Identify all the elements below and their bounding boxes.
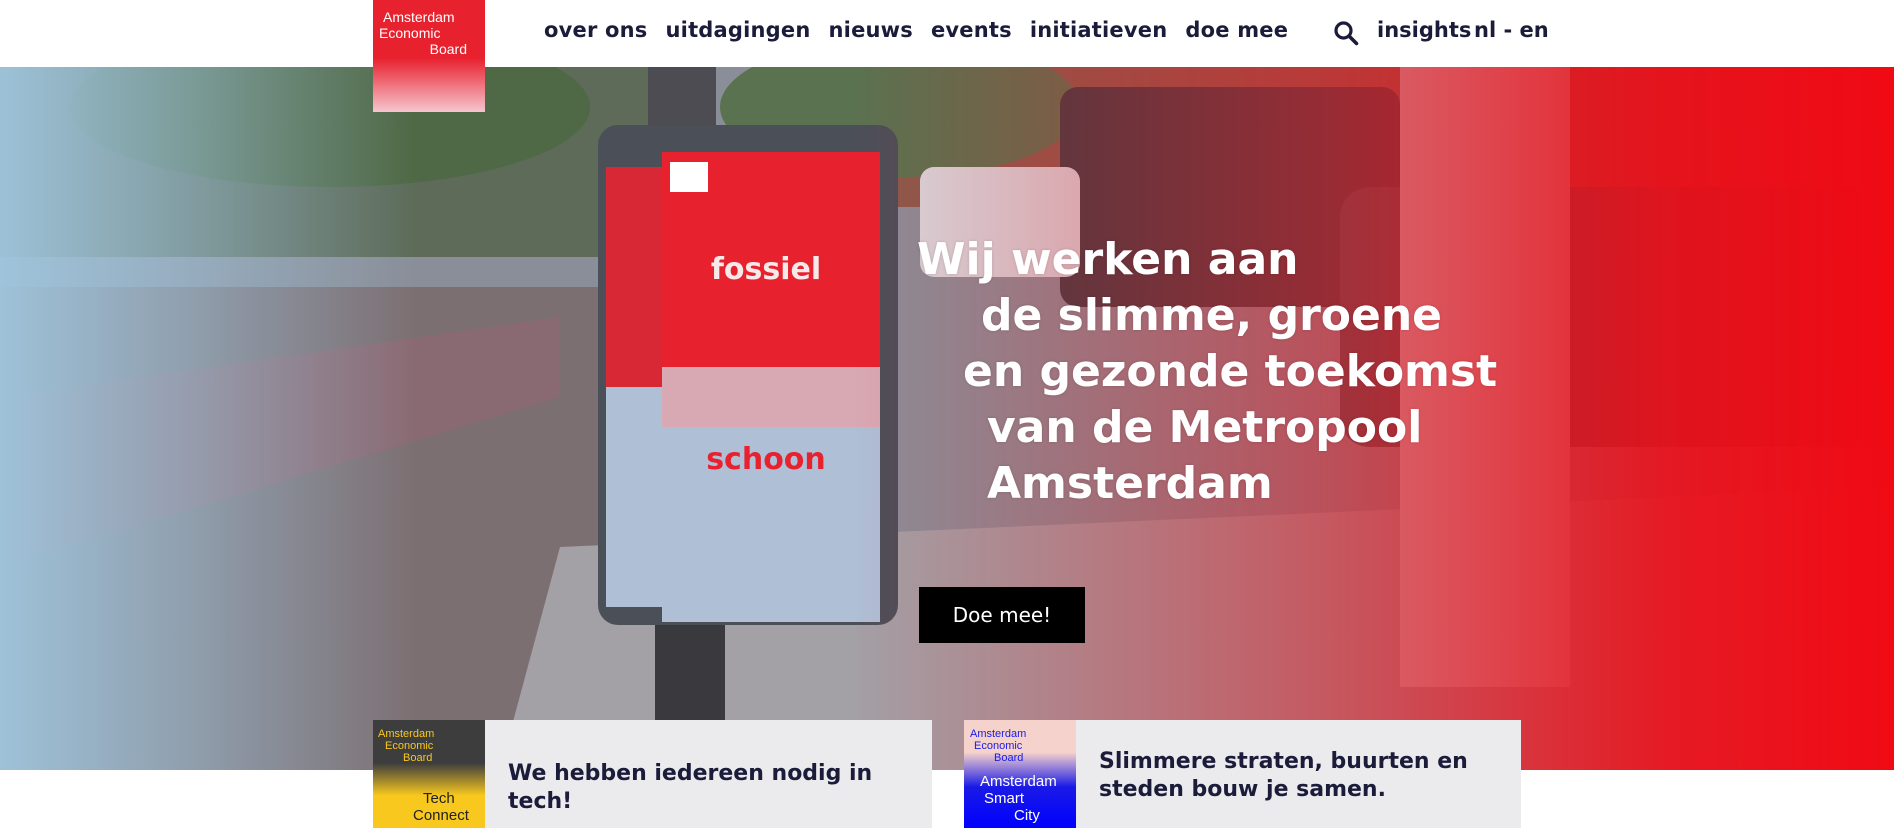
site-header: Amsterdam Economic Board over ons uitdag… [0, 0, 1894, 112]
headline-line: Amsterdam [987, 458, 1273, 510]
smart-city-logo: Amsterdam Economic Board Amsterdam Smart… [964, 720, 1076, 828]
nav-item-doe-mee[interactable]: doe mee [1185, 18, 1288, 42]
thumb-line: Amsterdam [378, 728, 435, 740]
lang-separator: - [1503, 18, 1513, 42]
doe-mee-button[interactable]: Doe mee! [919, 587, 1085, 643]
headline-line: en gezonde toekomst [963, 346, 1498, 398]
headline-line: Wij werken aan [917, 234, 1299, 286]
card-tech-connect[interactable]: Amsterdam Economic Board Tech Connect We… [373, 720, 932, 828]
thumb-line: Board [403, 752, 433, 764]
lang-nl-link[interactable]: nl [1474, 18, 1496, 42]
nav-item-initiatieven[interactable]: initiatieven [1030, 18, 1168, 42]
thumb-line: Tech [423, 790, 455, 807]
nav-item-events[interactable]: events [931, 18, 1012, 42]
headline-line: de slimme, groene [981, 290, 1443, 342]
nav-item-over-ons[interactable]: over ons [544, 18, 648, 42]
thumb-line: City [1014, 807, 1040, 824]
logo-line: Economic [379, 25, 441, 41]
hero-headline: Wij werken aan de slimme, groene en gezo… [917, 232, 1617, 512]
headline-line: van de Metropool [987, 402, 1423, 454]
logo-line: Board [429, 41, 467, 57]
thumb-line: Smart [984, 790, 1025, 807]
thumb-line: Economic [385, 740, 434, 752]
logo-line: Amsterdam [383, 9, 455, 25]
hero-banner: fossiel schoon Wij werken aan de slimme,… [0, 67, 1894, 770]
lang-en-link[interactable]: en [1520, 18, 1549, 42]
nav-item-uitdagingen[interactable]: uitdagingen [666, 18, 811, 42]
thumb-line: Connect [413, 807, 469, 824]
main-nav: over ons uitdagingen nieuws events initi… [544, 18, 1288, 42]
card-smart-city[interactable]: Amsterdam Economic Board Amsterdam Smart… [964, 720, 1521, 828]
thumb-line: Amsterdam [980, 773, 1057, 790]
thumb-line: Board [994, 752, 1024, 764]
nav-item-nieuws[interactable]: nieuws [829, 18, 913, 42]
thumb-line: Amsterdam [970, 728, 1027, 740]
brand-logo[interactable]: Amsterdam Economic Board [373, 0, 485, 112]
tech-connect-logo: Amsterdam Economic Board Tech Connect [373, 720, 485, 828]
language-switcher: nl - en [1474, 18, 1549, 42]
card-text: We hebben iedereen nodig in tech! [508, 761, 873, 814]
card-text: Slimmere straten, buurten en steden bouw… [1099, 749, 1468, 802]
thumb-line: Economic [974, 740, 1023, 752]
search-icon[interactable] [1333, 20, 1359, 46]
insights-link[interactable]: insights [1377, 18, 1471, 42]
